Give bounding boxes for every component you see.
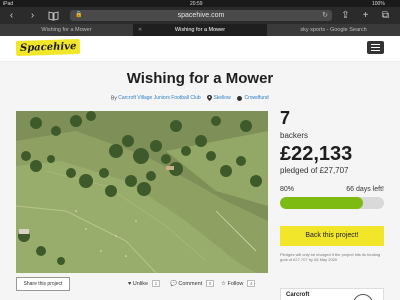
backers-count: 7 [280, 108, 291, 128]
spacehive-logo[interactable]: Spacehive [15, 38, 81, 57]
tab-3[interactable]: sky sports - Google Search [267, 24, 400, 36]
share-icon[interactable]: ⇪ [340, 10, 351, 21]
amount-raised: £22,133 [280, 143, 353, 165]
days-left: 66 days left! [346, 186, 384, 193]
comment-button[interactable]: 💬 Comment 0 [170, 280, 215, 287]
tab-label: Wishing for a Mower [41, 27, 92, 33]
project-title: Wishing for a Mower [126, 70, 274, 87]
funded-percent: 80% [280, 186, 295, 193]
comment-label: Comment [178, 281, 203, 287]
tab-label: Wishing for a Mower [174, 27, 226, 33]
project-page: Wishing for a Mower By Carcroft Village … [0, 62, 400, 300]
pledge-note: Pledges will only be charged if the proj… [280, 252, 381, 262]
backers-label: backers [280, 131, 309, 140]
unlike-label: Unlike [132, 281, 149, 287]
crowdfund-link[interactable]: Crowdfund [244, 95, 268, 101]
creator-card[interactable]: Carcroft [280, 288, 384, 300]
bookmarks-icon[interactable] [48, 10, 59, 21]
comment-count: 0 [205, 280, 215, 287]
ios-status-bar: iPad 20:59 100% [0, 0, 400, 7]
funding-progress-bar [280, 197, 384, 209]
forward-arrow-icon[interactable]: › [27, 10, 38, 21]
clock: 20:59 [190, 0, 203, 7]
site-header: Spacehive [0, 36, 400, 62]
close-tab-icon[interactable]: ✕ [138, 24, 142, 36]
creator-card-title: Carcroft [286, 292, 310, 298]
browser-toolbar: ‹ › 🔒 spacehive.com ↻ ⇪ + ⧉ [0, 7, 400, 24]
tab-1[interactable]: Wishing for a Mower [0, 24, 133, 36]
address-bar[interactable]: 🔒 spacehive.com ↻ [70, 10, 332, 21]
battery-level: 100% [372, 0, 385, 7]
location-link[interactable]: Skellow [213, 95, 230, 101]
device-name: iPad [3, 0, 14, 7]
creator-avatar [353, 294, 373, 300]
follow-count: 4 [246, 280, 256, 287]
back-project-button[interactable]: Back this project! [280, 226, 384, 246]
creator-link[interactable]: Carcroft Village Juniors Football Club [118, 95, 200, 101]
lock-icon: 🔒 [75, 12, 83, 18]
new-tab-icon[interactable]: + [360, 10, 371, 21]
tabs-overview-icon[interactable]: ⧉ [380, 10, 391, 21]
hamburger-menu-button[interactable] [367, 41, 384, 54]
unlike-button[interactable]: ♥ Unlike 1 [128, 280, 161, 287]
tab-2[interactable]: ✕ Wishing for a Mower [133, 24, 267, 36]
funding-progress-fill [280, 197, 364, 209]
follow-label: Follow [227, 281, 244, 287]
pledged-goal: pledged of £27,707 [280, 166, 349, 175]
star-icon: ☆ [221, 281, 226, 287]
by-label: By [111, 95, 117, 102]
reload-icon[interactable]: ↻ [322, 10, 328, 21]
like-count: 1 [151, 280, 161, 287]
tab-label: sky sports - Google Search [300, 27, 367, 33]
url-text: spacehive.com [177, 12, 225, 19]
browser-tab-strip: Wishing for a Mower ✕ Wishing for a Mowe… [0, 24, 400, 36]
back-arrow-icon[interactable]: ‹ [6, 10, 17, 21]
comment-icon: 💬 [170, 281, 177, 287]
heart-icon: ♥ [128, 281, 132, 287]
project-meta: By Carcroft Village Juniors Football Clu… [111, 95, 274, 101]
crowdfund-icon [237, 95, 243, 101]
project-photo [16, 111, 268, 273]
follow-button[interactable]: ☆ Follow 4 [221, 280, 256, 287]
share-project-button[interactable]: Share this project [16, 277, 70, 291]
